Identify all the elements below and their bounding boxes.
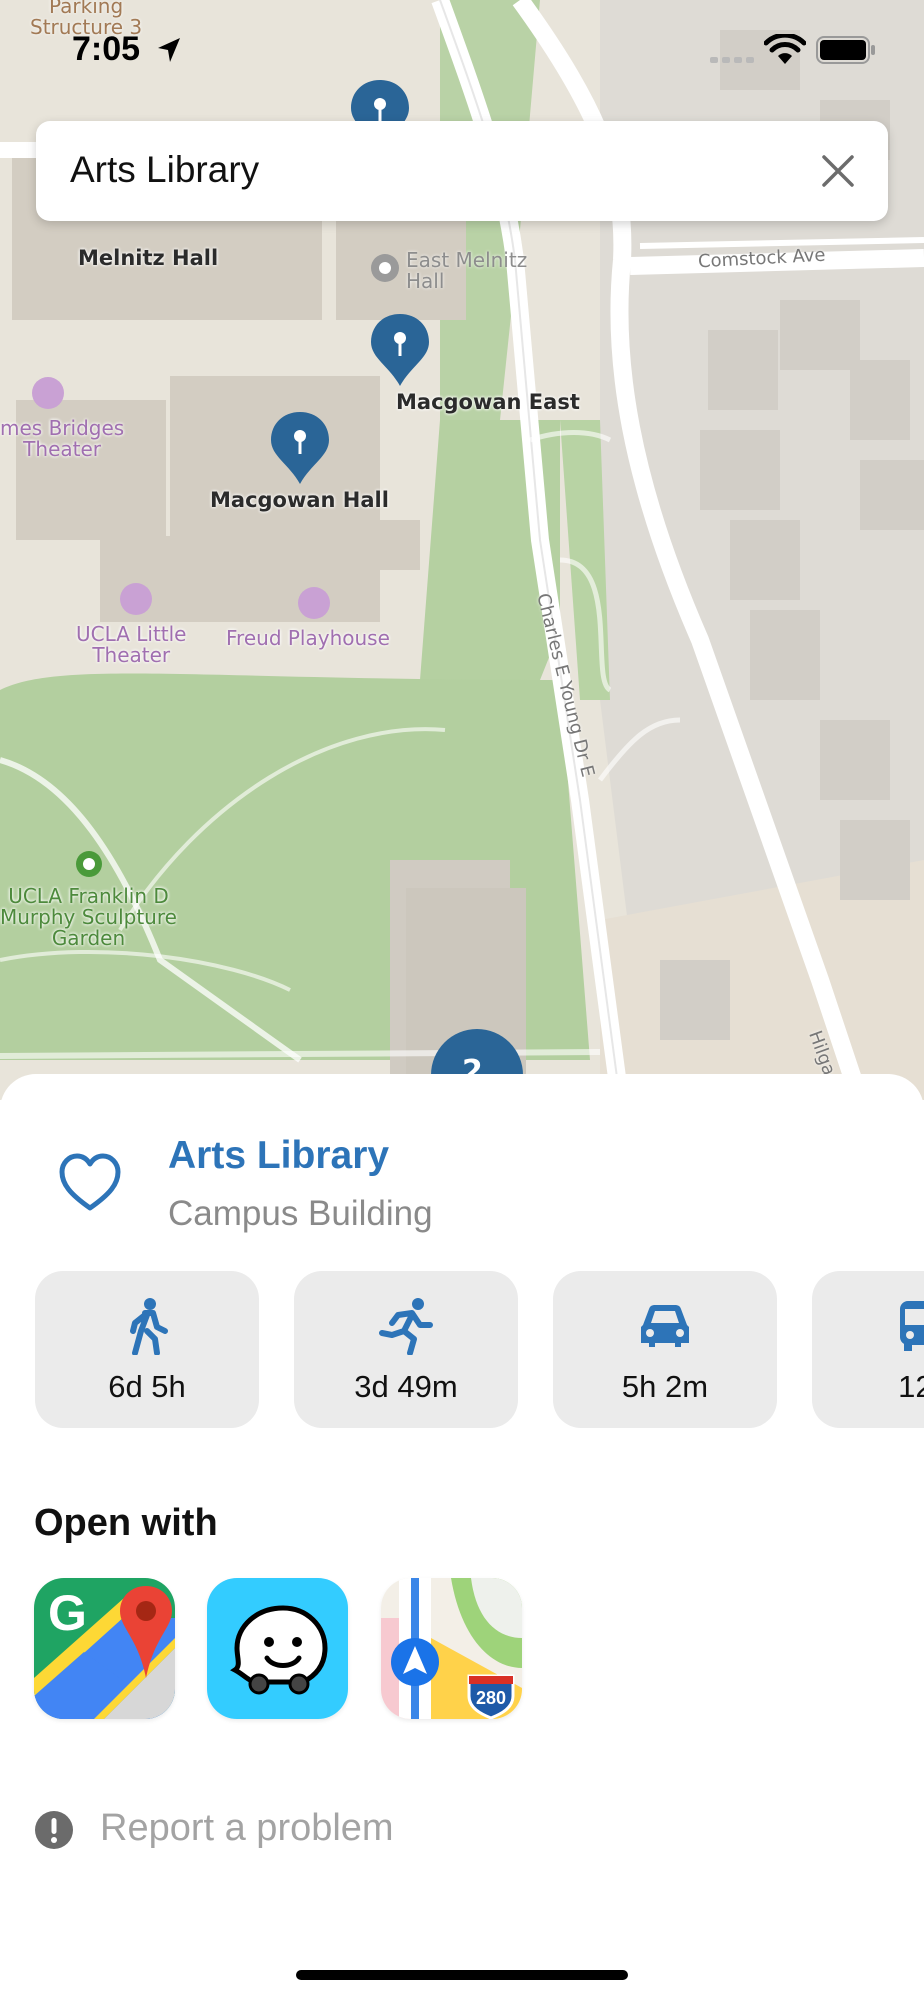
heart-outline-icon[interactable] bbox=[58, 1152, 122, 1216]
apple-maps-icon[interactable]: 280 bbox=[381, 1578, 522, 1719]
status-bar: 7:05 bbox=[0, 0, 924, 100]
car-icon bbox=[641, 1305, 689, 1347]
travel-mode-car[interactable]: 5h 2m bbox=[553, 1271, 777, 1428]
map-pin-macgowan-east[interactable] bbox=[369, 312, 431, 388]
home-indicator[interactable] bbox=[296, 1970, 628, 1980]
walk-icon bbox=[130, 1298, 168, 1355]
map-label-macgowan-east: Macgowan East bbox=[396, 390, 580, 414]
map-pin-macgowan-hall[interactable] bbox=[269, 410, 331, 486]
travel-time-car: 5h 2m bbox=[621, 1369, 709, 1404]
place-title: Arts Library bbox=[168, 1134, 390, 1177]
map-label-sculpture-garden: UCLA Franklin D Murphy Sculpture Garden bbox=[0, 884, 177, 950]
apple-maps-shield-number: 280 bbox=[476, 1688, 506, 1708]
travel-time-bus: 12h bbox=[898, 1369, 924, 1404]
travel-mode-run[interactable]: 3d 49m bbox=[294, 1271, 518, 1428]
run-icon bbox=[379, 1298, 433, 1355]
search-input[interactable]: Arts Library bbox=[70, 149, 259, 191]
travel-mode-bus[interactable]: 12h bbox=[812, 1271, 924, 1428]
close-icon[interactable] bbox=[818, 151, 858, 191]
waze-icon[interactable] bbox=[207, 1578, 348, 1719]
report-problem-button[interactable]: Report a problem bbox=[100, 1807, 394, 1850]
cellular-signal-icon bbox=[710, 57, 754, 63]
wifi-icon bbox=[764, 34, 806, 64]
map-label-macgowan-hall: Macgowan Hall bbox=[210, 488, 389, 512]
search-bar[interactable]: Arts Library bbox=[36, 121, 888, 221]
open-with-title: Open with bbox=[34, 1502, 218, 1544]
place-subtitle: Campus Building bbox=[168, 1194, 433, 1233]
bus-icon bbox=[900, 1301, 924, 1351]
map-label-james-bridges-theater: mes Bridges Theater bbox=[0, 416, 125, 461]
map-label-east-melnitz-hall: East Melnitz Hall bbox=[406, 248, 528, 293]
map-label-freud-playhouse: Freud Playhouse bbox=[226, 626, 390, 650]
location-arrow-icon bbox=[158, 38, 180, 62]
battery-icon bbox=[816, 36, 875, 64]
travel-mode-walk[interactable]: 6d 5h bbox=[35, 1271, 259, 1428]
exclamation-circle-icon bbox=[35, 1811, 73, 1849]
status-time: 7:05 bbox=[72, 30, 141, 68]
svg-text:G: G bbox=[48, 1585, 87, 1641]
map-label-ucla-little-theater: UCLA Little Theater bbox=[76, 622, 187, 667]
travel-time-run: 3d 49m bbox=[354, 1369, 458, 1404]
place-detail-sheet: Arts Library Campus Building 6d 5h 3d 49… bbox=[0, 1074, 924, 2000]
travel-time-walk: 6d 5h bbox=[108, 1369, 186, 1404]
google-maps-icon[interactable]: G bbox=[34, 1578, 175, 1719]
